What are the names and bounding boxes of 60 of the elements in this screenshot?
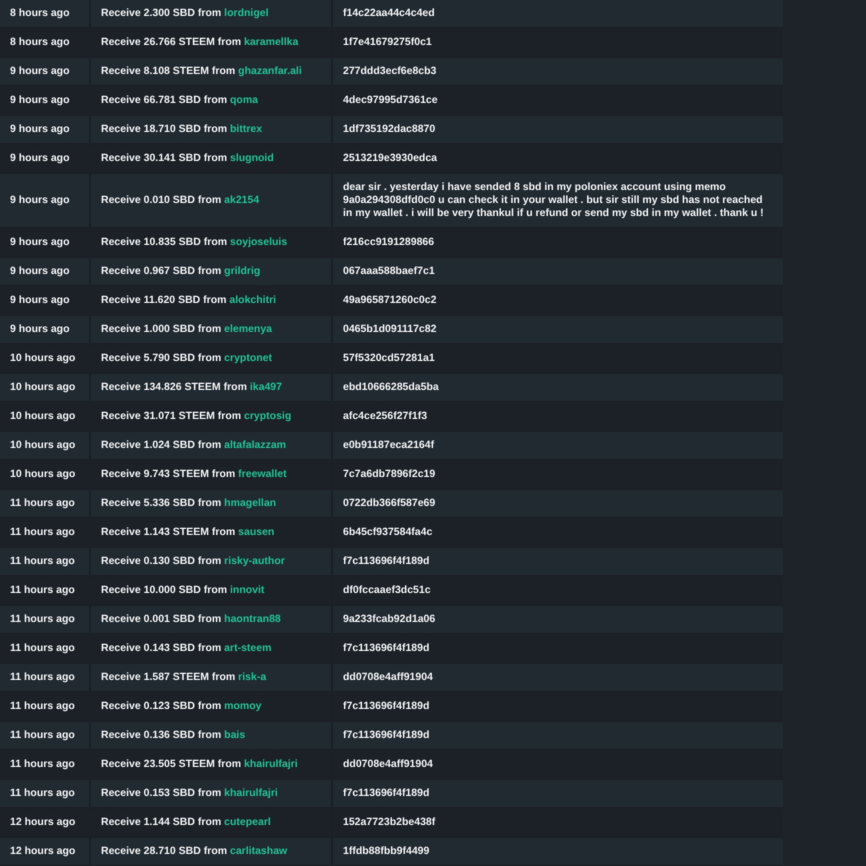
sender-link[interactable]: innovit bbox=[230, 584, 264, 596]
sender-link[interactable]: qoma bbox=[230, 94, 258, 106]
transfer-text: Receive 1.144 SBD from bbox=[101, 816, 222, 828]
sender-link[interactable]: grildrig bbox=[224, 265, 260, 277]
sender-link[interactable]: momoy bbox=[224, 700, 262, 712]
sender-link[interactable]: cryptosig bbox=[244, 410, 292, 422]
sender-link[interactable]: karamellka bbox=[244, 36, 298, 48]
memo-cell: 1ffdb88fbb9f4499 bbox=[332, 837, 783, 866]
transfer-text: Receive 1.024 SBD from bbox=[101, 439, 222, 451]
transfer-text: Receive 0.130 SBD from bbox=[101, 555, 222, 567]
sender-link[interactable]: khairulfajri bbox=[224, 787, 278, 799]
transfer-text: Receive 0.010 SBD from bbox=[101, 194, 222, 206]
sender-link[interactable]: ika497 bbox=[250, 381, 282, 393]
sender-link[interactable]: ak2154 bbox=[224, 194, 260, 206]
transfer-text: Receive 31.071 STEEM from bbox=[101, 410, 242, 422]
transfer-text: Receive 30.141 SBD from bbox=[101, 152, 228, 164]
sender-link[interactable]: lordnigel bbox=[224, 7, 268, 19]
transfer-text: Receive 0.153 SBD from bbox=[101, 787, 222, 799]
sender-link[interactable]: art-steem bbox=[224, 642, 272, 654]
transfer-text: Receive 10.835 SBD from bbox=[101, 236, 228, 248]
transfer-text: Receive 28.710 SBD from bbox=[101, 845, 228, 857]
transfer-text: Receive 11.620 SBD from bbox=[101, 294, 226, 306]
sender-link[interactable]: cryptonet bbox=[224, 352, 272, 364]
transfer-text: Receive 134.826 STEEM from bbox=[101, 381, 247, 393]
sender-link[interactable]: hmagellan bbox=[224, 497, 276, 509]
sender-link[interactable]: haontran88 bbox=[224, 613, 281, 625]
time-cell: 12 hours ago bbox=[0, 837, 90, 866]
transfer-text: Receive 1.143 STEEM from bbox=[101, 526, 236, 538]
transfer-text: Receive 0.123 SBD from bbox=[101, 700, 222, 712]
transfer-text: Receive 10.000 SBD from bbox=[101, 584, 228, 596]
sender-link[interactable]: freewallet bbox=[238, 468, 287, 480]
sender-link[interactable]: bais bbox=[224, 729, 246, 741]
sender-link[interactable]: sausen bbox=[238, 526, 274, 538]
sender-link[interactable]: carlitashaw bbox=[230, 845, 288, 857]
sender-link[interactable]: slugnoid bbox=[230, 152, 274, 164]
transfer-text: Receive 5.790 SBD from bbox=[101, 352, 222, 364]
transfer-text: Receive 8.108 STEEM from bbox=[101, 65, 236, 77]
transfer-text: Receive 0.967 SBD from bbox=[101, 265, 222, 277]
transfer-text: Receive 0.001 SBD from bbox=[101, 613, 222, 625]
sender-link[interactable]: bittrex bbox=[230, 123, 262, 135]
transfer-text: Receive 1.000 SBD from bbox=[101, 323, 222, 335]
sender-link[interactable]: khairulfajri bbox=[244, 758, 298, 770]
transfer-text: Receive 26.766 STEEM from bbox=[101, 36, 242, 48]
sender-link[interactable]: risky-author bbox=[224, 555, 285, 567]
transfer-text: Receive 23.505 STEEM from bbox=[101, 758, 242, 770]
transfer-text: Receive 9.743 STEEM from bbox=[101, 468, 236, 480]
sender-link[interactable]: elemenya bbox=[224, 323, 272, 335]
transfer-text: Receive 2.300 SBD from bbox=[101, 7, 222, 19]
transfer-text: Receive 66.781 SBD from bbox=[101, 94, 228, 106]
transfer-text: Receive 0.143 SBD from bbox=[101, 642, 222, 654]
sender-link[interactable]: soyjoseluis bbox=[230, 236, 288, 248]
sender-link[interactable]: ghazanfar.ali bbox=[238, 65, 302, 77]
sender-link[interactable]: risk-a bbox=[238, 671, 266, 683]
transfer-text: Receive 18.710 SBD from bbox=[101, 123, 228, 135]
sender-link[interactable]: cutepearl bbox=[224, 816, 271, 828]
transfer-text: Receive 0.136 SBD from bbox=[101, 729, 222, 741]
sender-link[interactable]: altafalazzam bbox=[224, 439, 286, 451]
transfer-text: Receive 1.587 STEEM from bbox=[101, 671, 236, 683]
sender-link[interactable]: alokchitri bbox=[229, 294, 276, 306]
transfer-text: Receive 5.336 SBD from bbox=[101, 497, 222, 509]
